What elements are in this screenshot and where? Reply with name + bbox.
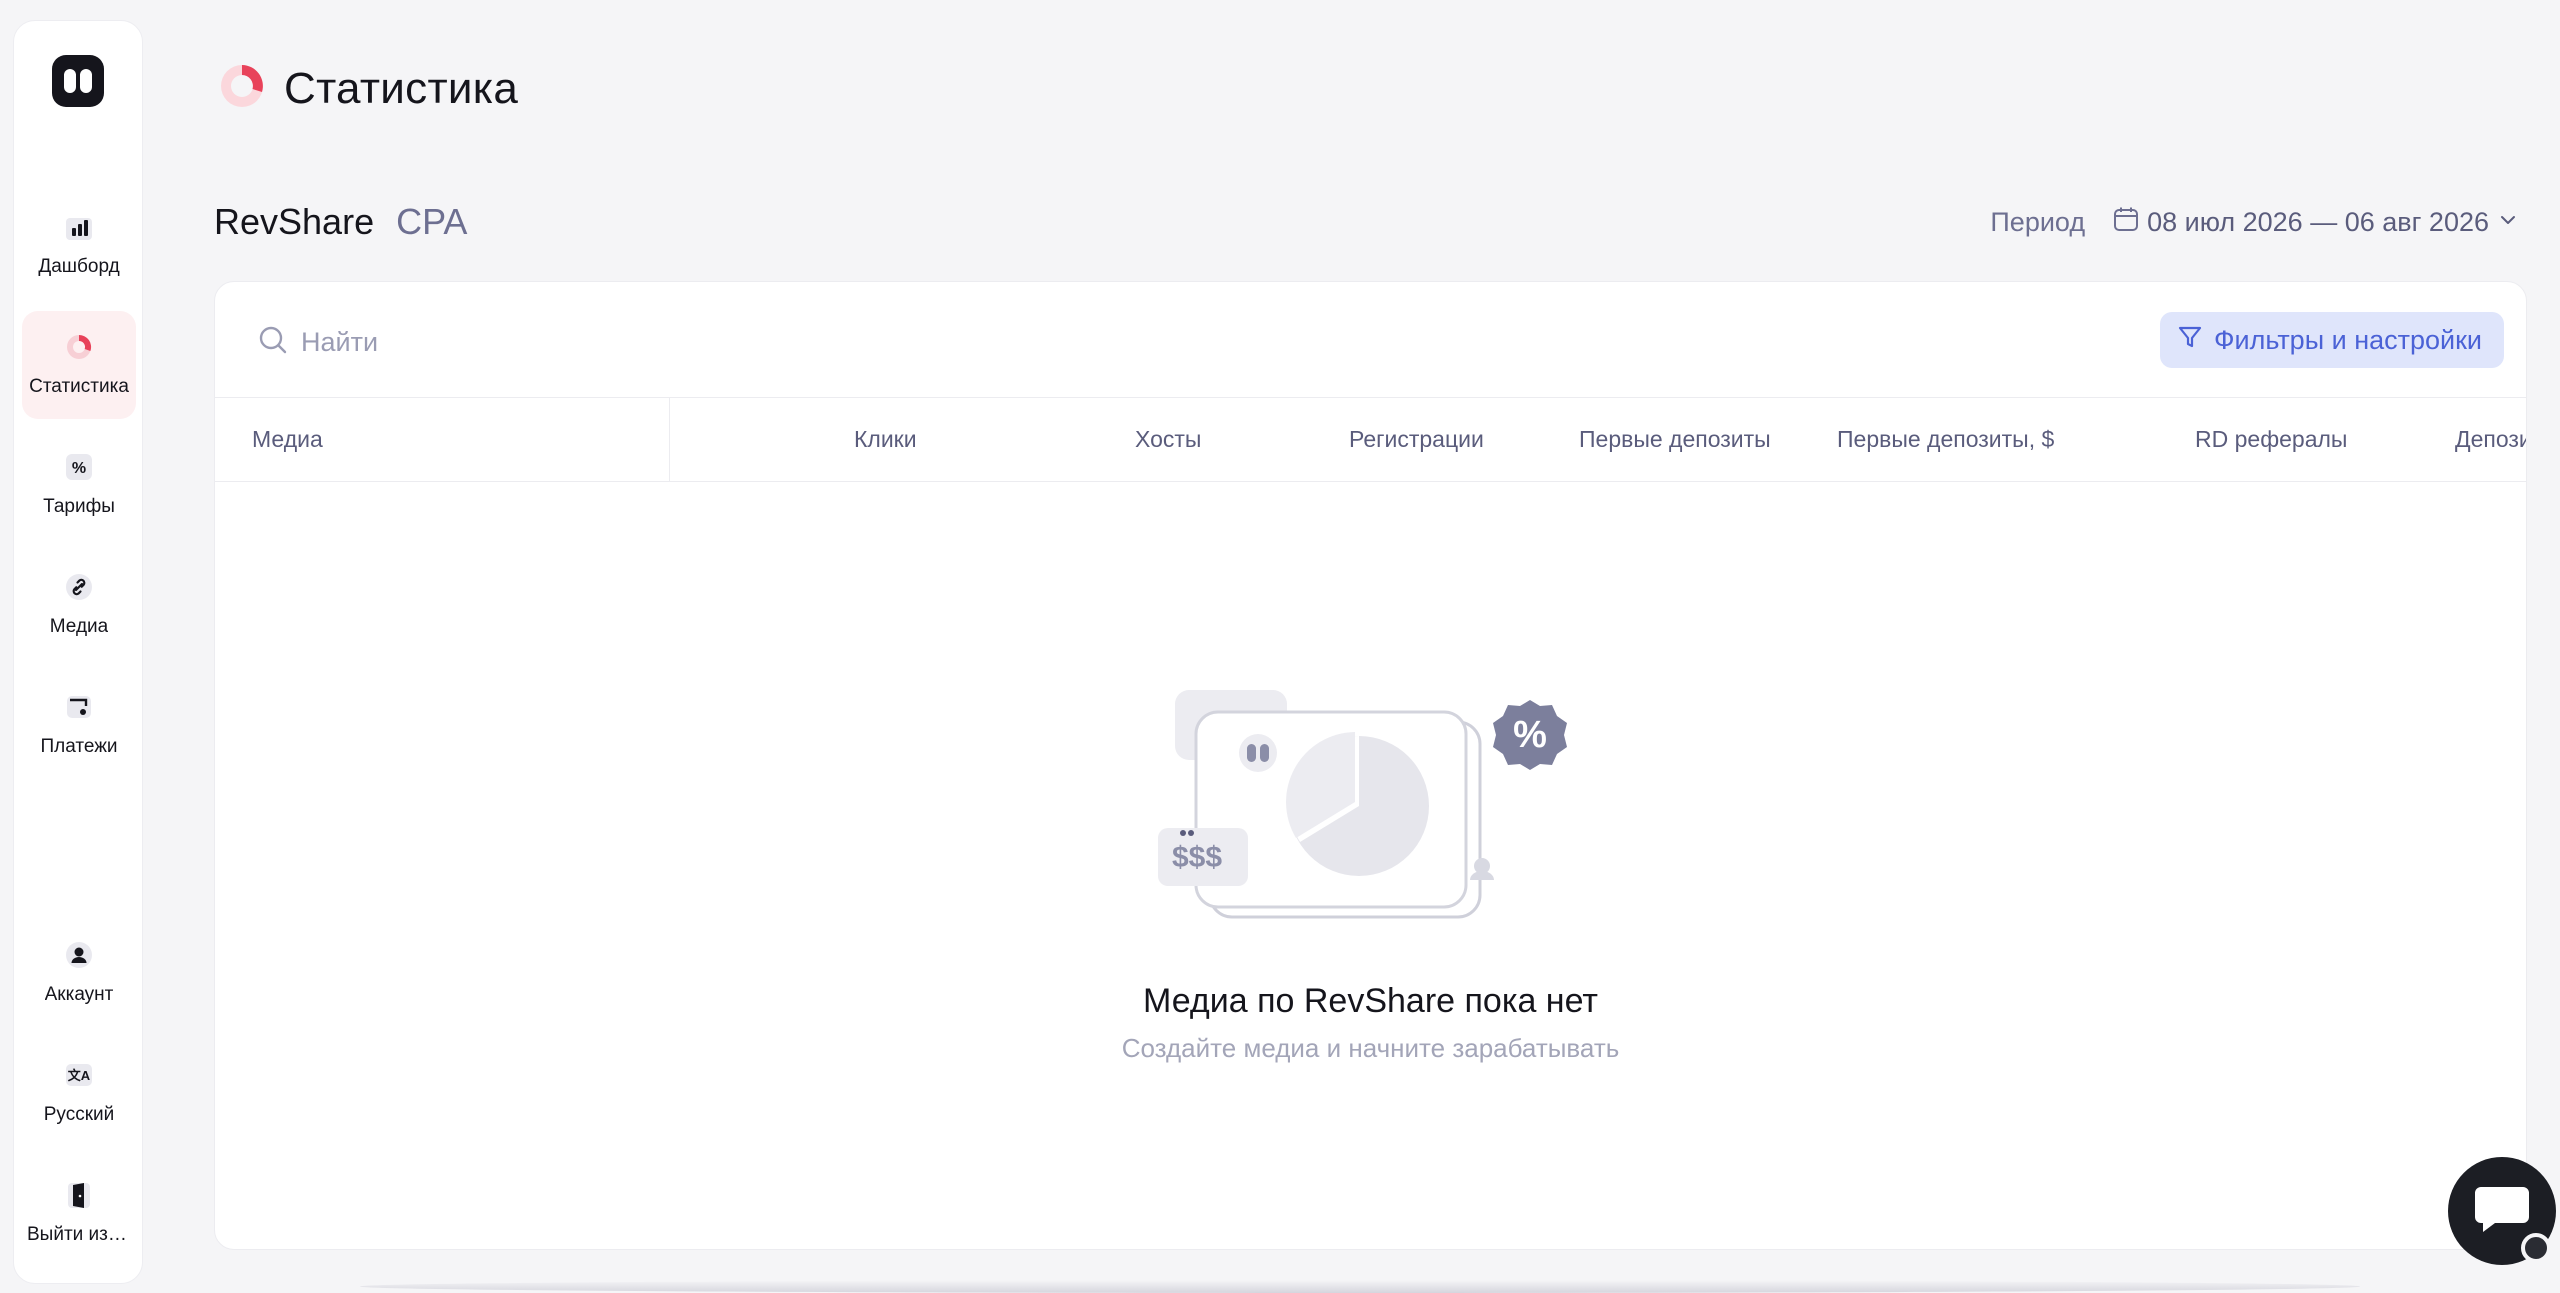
stats-type-tabs: RevShare CPA (214, 201, 467, 243)
app-logo[interactable] (52, 55, 104, 107)
search-icon (257, 324, 289, 361)
column-header-first-deposits[interactable]: Первые депозиты (1579, 398, 1771, 481)
filter-icon (2176, 323, 2204, 358)
wallet-icon (64, 692, 94, 722)
empty-state-illustration: $$$ % (1150, 680, 1580, 920)
svg-text:文A: 文A (68, 1068, 91, 1083)
sidebar-item-label: Тарифы (43, 496, 115, 517)
calendar-icon (2113, 206, 2139, 239)
svg-text:%: % (72, 460, 86, 477)
bottom-shadow (360, 1280, 2360, 1293)
sidebar-item-tariffs[interactable]: % Тарифы (22, 431, 136, 539)
sidebar: Дашборд Статистика % Тарифы Медиа Платеж… (13, 20, 143, 1284)
bar-chart-icon (64, 212, 94, 242)
period-value: 08 июл 2026 — 06 авг 2026 (2147, 207, 2489, 237)
column-header-rd-referrals[interactable]: RD рефералы (2195, 398, 2347, 481)
percent-icon: % (64, 452, 94, 482)
filters-button-label: Фильтры и настройки (2214, 324, 2482, 355)
sidebar-item-label: Дашборд (38, 256, 120, 277)
sidebar-item-label: Русский (43, 1104, 115, 1125)
sidebar-item-label: Медиа (49, 616, 109, 637)
sidebar-item-label: Аккаунт (44, 984, 114, 1005)
column-header-clicks[interactable]: Клики (854, 398, 917, 481)
empty-state-title: Медиа по RevShare пока нет (1143, 982, 1598, 1020)
chat-bubble-icon (2473, 1183, 2531, 1240)
column-divider (669, 398, 670, 481)
sidebar-item-language[interactable]: 文A Русский (22, 1039, 136, 1147)
pie-chart-icon (218, 62, 266, 115)
pie-chart-icon (64, 332, 94, 362)
search-bar (257, 324, 801, 361)
table-header: Медиа Клики Хосты Регистрации Первые деп… (215, 397, 2526, 482)
empty-state-money-label: $$$ (1172, 841, 1222, 874)
column-header-media[interactable]: Медиа (252, 398, 323, 481)
sidebar-item-account[interactable]: Аккаунт (22, 919, 136, 1027)
period-date-range-button[interactable]: 08 июл 2026 — 06 авг 2026 (2113, 206, 2519, 239)
link-icon (64, 572, 94, 602)
translate-icon: 文A (64, 1060, 94, 1090)
sidebar-item-label: Выйти из аккаунта (27, 1224, 131, 1245)
svg-text:%: % (1513, 714, 1547, 756)
column-header-hosts[interactable]: Хосты (1135, 398, 1201, 481)
page-title: Статистика (284, 63, 519, 113)
user-icon (64, 940, 94, 970)
sidebar-item-payments[interactable]: Платежи (22, 671, 136, 779)
column-header-deposits[interactable]: Депозиты (2455, 398, 2526, 481)
sidebar-item-dashboard[interactable]: Дашборд (22, 191, 136, 299)
period-label: Период (1990, 207, 2086, 237)
sidebar-item-logout[interactable]: Выйти из аккаунта (22, 1159, 136, 1267)
tab-revshare[interactable]: RevShare (214, 201, 374, 243)
column-header-first-deposits-usd[interactable]: Первые депозиты, $ (1837, 398, 2054, 481)
column-header-registrations[interactable]: Регистрации (1349, 398, 1484, 481)
tab-cpa[interactable]: CPA (396, 201, 467, 243)
sidebar-item-label: Статистика (29, 376, 129, 397)
chat-status-dot (2521, 1233, 2551, 1263)
period-picker: Период 08 июл 2026 — 06 авг 2026 (1990, 206, 2519, 239)
logout-door-icon (64, 1180, 94, 1210)
filters-settings-button[interactable]: Фильтры и настройки (2160, 312, 2504, 368)
sidebar-item-label: Платежи (40, 736, 118, 757)
chevron-down-icon (2497, 207, 2519, 238)
page-header: Статистика (218, 62, 518, 115)
search-input[interactable] (301, 327, 801, 358)
sidebar-item-media[interactable]: Медиа (22, 551, 136, 659)
sidebar-item-statistics[interactable]: Статистика (22, 311, 136, 419)
empty-state-subtitle: Создайте медиа и начните зарабатывать (1121, 1033, 1620, 1063)
